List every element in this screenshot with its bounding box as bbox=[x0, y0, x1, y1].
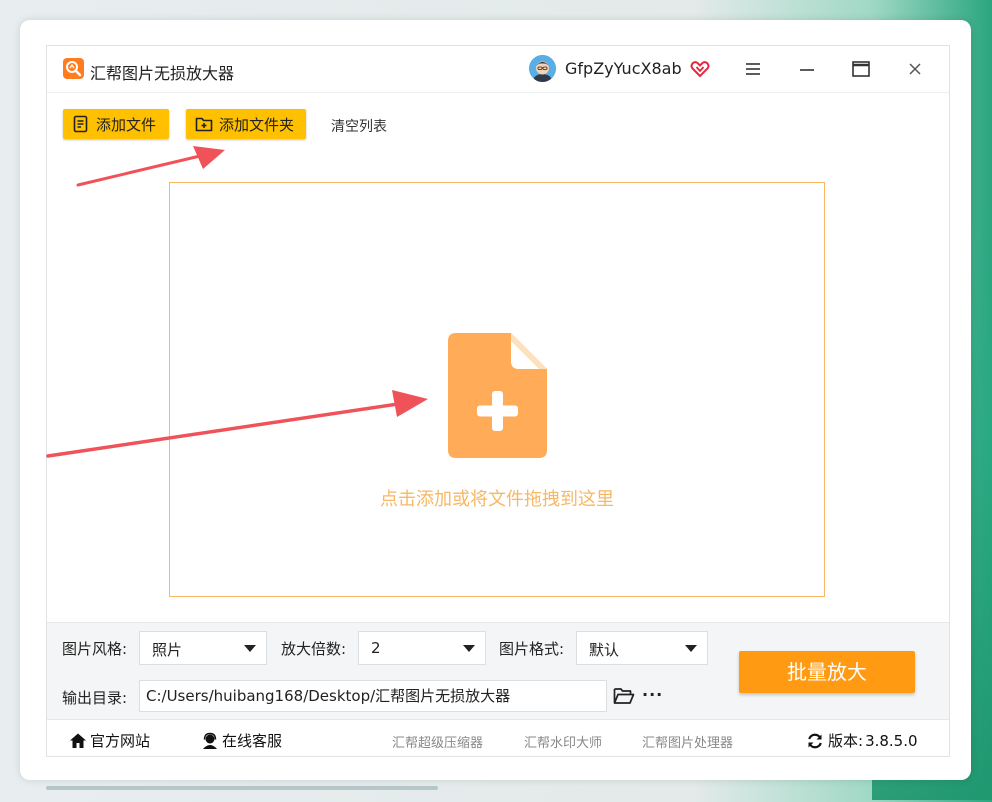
app-logo-icon bbox=[63, 58, 84, 79]
home-icon bbox=[70, 733, 86, 748]
version-info[interactable]: 版本: 3.8.5.0 bbox=[806, 730, 918, 751]
close-icon[interactable] bbox=[903, 57, 927, 81]
user-avatar[interactable] bbox=[529, 55, 556, 82]
username[interactable]: GfpZyYucX8ab bbox=[565, 59, 682, 78]
scale-label: 放大倍数: bbox=[281, 640, 347, 658]
vip-heart-icon[interactable] bbox=[690, 59, 710, 79]
format-select-value: 默认 bbox=[589, 641, 620, 659]
add-file-button[interactable]: 添加文件 bbox=[63, 109, 169, 139]
more-options-button[interactable]: ··· bbox=[642, 685, 663, 704]
scale-select-value: 2 bbox=[371, 639, 381, 657]
image-processor-link[interactable]: 汇帮图片处理器 bbox=[642, 732, 733, 751]
settings-panel: 图片风格: 照片 放大倍数: 2 图片格式: 默认 输出目录: C:/Users… bbox=[47, 622, 949, 719]
add-folder-icon bbox=[195, 117, 213, 132]
version-label: 版本: bbox=[828, 732, 864, 750]
menu-icon[interactable] bbox=[741, 57, 765, 81]
minimize-icon[interactable] bbox=[795, 57, 819, 81]
online-support-label: 在线客服 bbox=[222, 732, 283, 750]
support-agent-icon bbox=[203, 732, 217, 749]
add-file-icon bbox=[73, 115, 88, 133]
format-select[interactable]: 默认 bbox=[576, 631, 708, 665]
compressor-link[interactable]: 汇帮超级压缩器 bbox=[392, 732, 483, 751]
file-drop-zone[interactable]: 点击添加或将文件拖拽到这里 bbox=[169, 182, 825, 597]
format-label: 图片格式: bbox=[499, 640, 565, 658]
file-plus-icon bbox=[448, 333, 547, 458]
refresh-icon bbox=[808, 733, 822, 748]
output-label: 输出目录: bbox=[62, 689, 128, 707]
watermark-link[interactable]: 汇帮水印大师 bbox=[524, 732, 602, 751]
clear-list-button[interactable]: 清空列表 bbox=[331, 116, 387, 136]
app-title: 汇帮图片无损放大器 bbox=[90, 64, 235, 83]
footer: 官方网站 在线客服 汇帮超级压缩器 汇帮水印大师 汇帮图片处理器 版本: 3.8… bbox=[47, 719, 949, 757]
official-website-label: 官方网站 bbox=[90, 732, 151, 750]
version-number: 3.8.5.0 bbox=[865, 731, 918, 750]
app-window: 汇帮图片无损放大器 GfpZyYucX8ab 添加文件 添加文件夹 清空列表 点… bbox=[46, 45, 950, 757]
style-label: 图片风格: bbox=[62, 640, 128, 658]
add-folder-label: 添加文件夹 bbox=[219, 115, 295, 134]
add-file-label: 添加文件 bbox=[96, 115, 157, 134]
folder-open-icon[interactable] bbox=[613, 686, 635, 706]
chevron-down-icon bbox=[685, 645, 697, 652]
scale-select[interactable]: 2 bbox=[358, 631, 486, 665]
style-select[interactable]: 照片 bbox=[139, 631, 267, 665]
chevron-down-icon bbox=[463, 645, 475, 652]
output-path-field[interactable]: C:/Users/huibang168/Desktop/汇帮图片无损放大器 bbox=[139, 680, 607, 712]
batch-upscale-button[interactable]: 批量放大 bbox=[739, 651, 915, 693]
drop-zone-hint: 点击添加或将文件拖拽到这里 bbox=[380, 489, 614, 510]
title-bar: 汇帮图片无损放大器 GfpZyYucX8ab bbox=[47, 46, 949, 93]
style-select-value: 照片 bbox=[152, 641, 183, 659]
chevron-down-icon bbox=[244, 645, 256, 652]
online-support-link[interactable]: 在线客服 bbox=[201, 730, 282, 751]
official-website-link[interactable]: 官方网站 bbox=[69, 730, 150, 751]
background-scrollbar bbox=[46, 786, 438, 790]
add-folder-button[interactable]: 添加文件夹 bbox=[186, 109, 306, 139]
maximize-icon[interactable] bbox=[849, 57, 873, 81]
